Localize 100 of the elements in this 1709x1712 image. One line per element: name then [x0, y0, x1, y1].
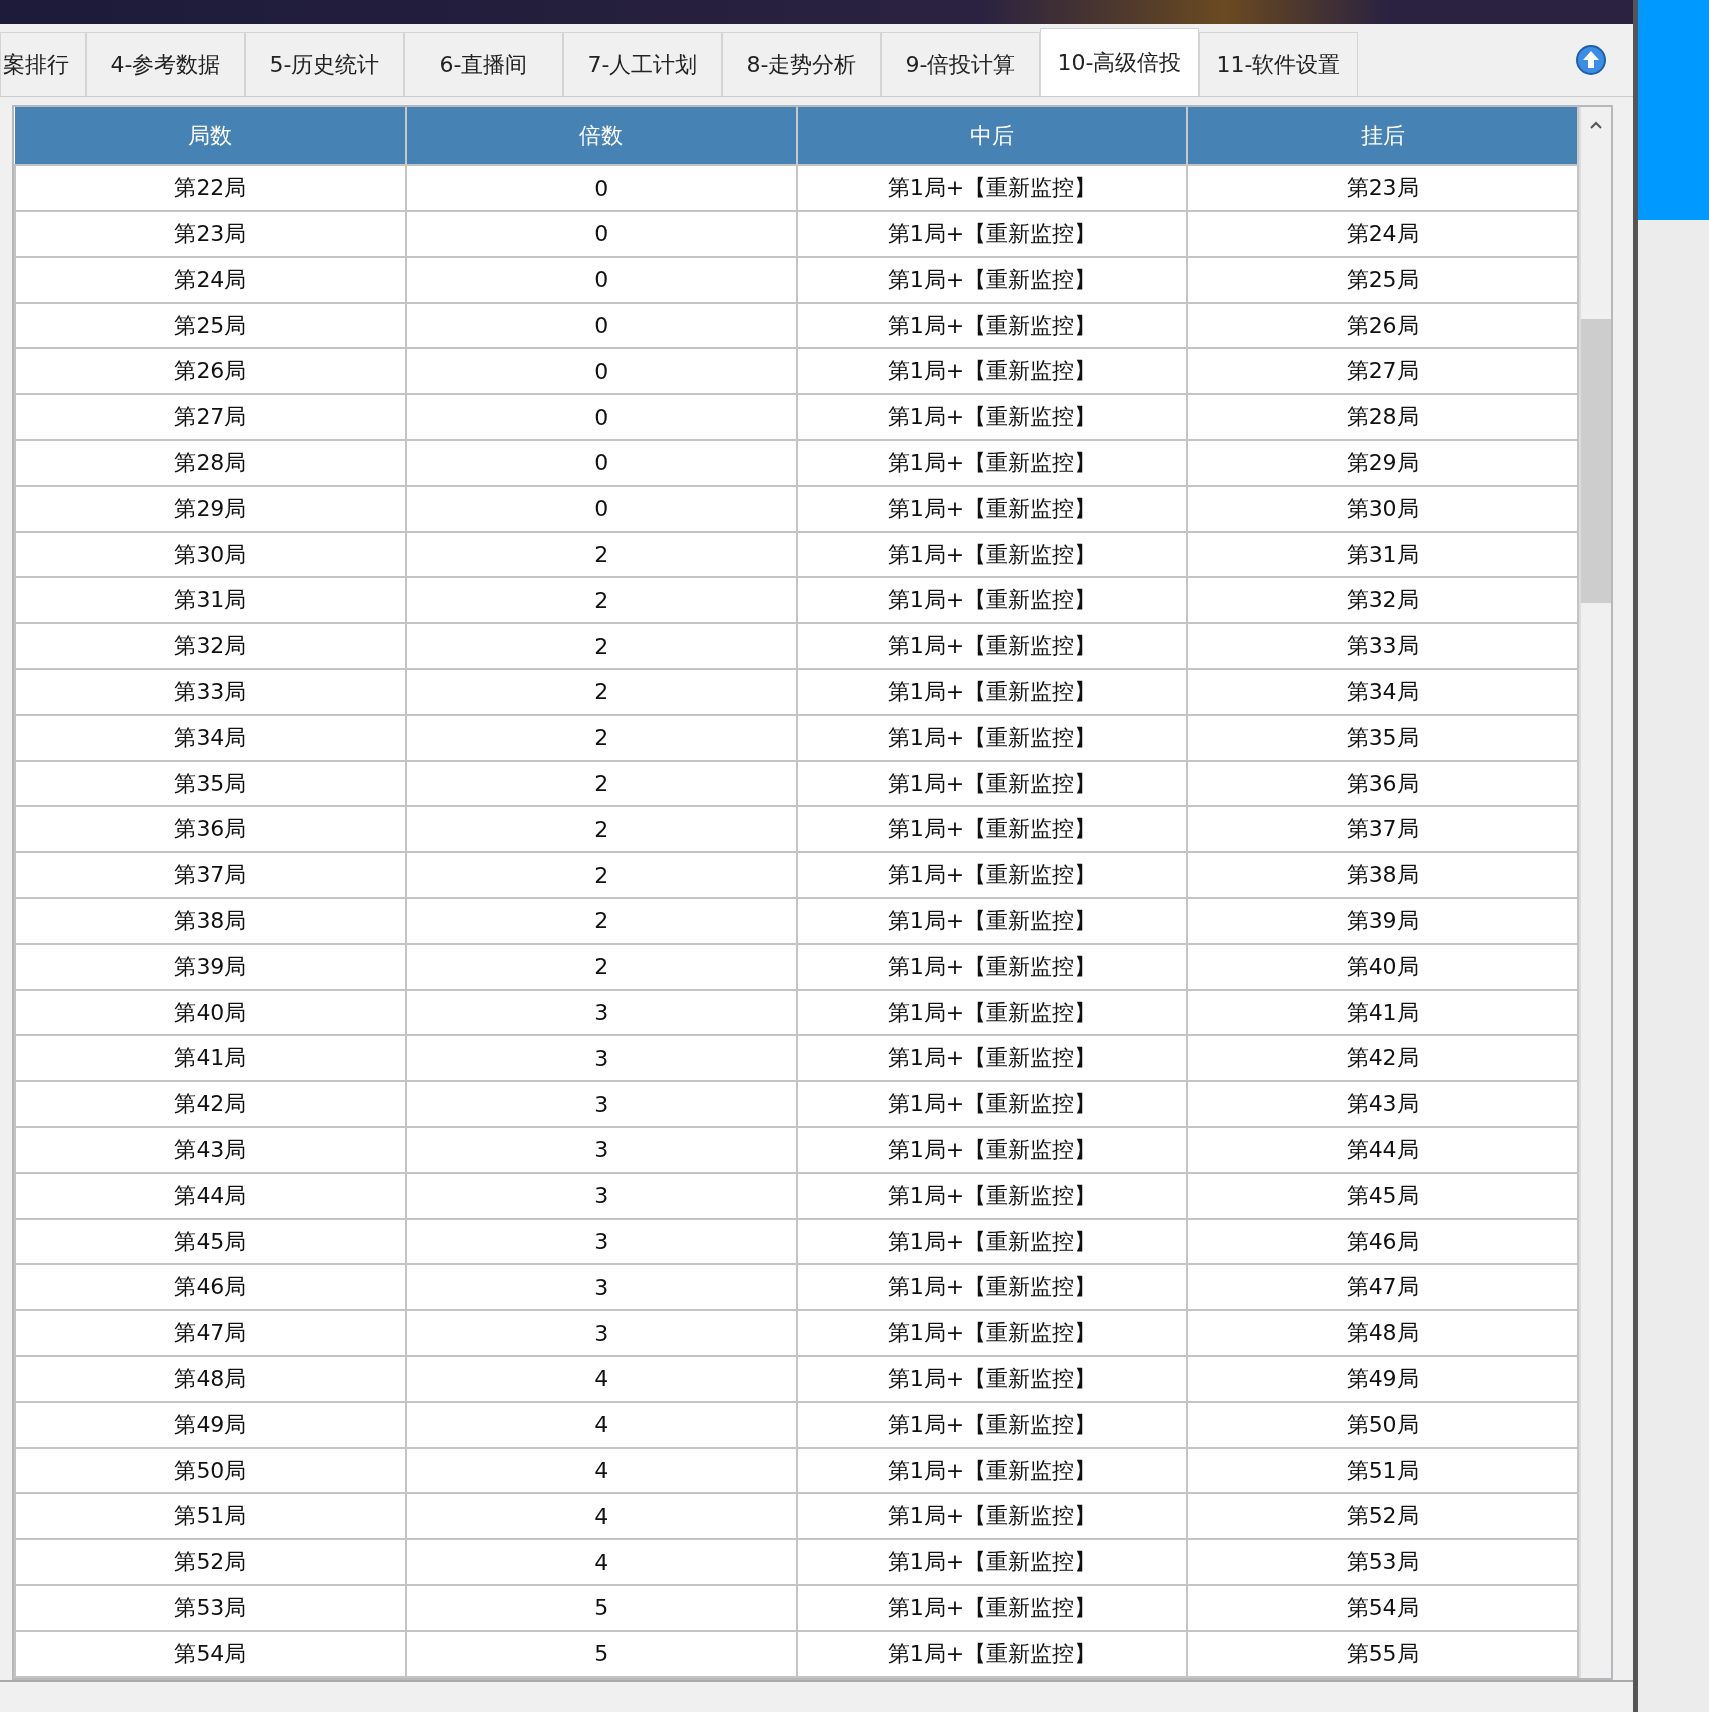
table-cell: 第1局+【重新监控】	[796, 1218, 1188, 1265]
table-cell: 第51局	[15, 1493, 406, 1540]
table-cell: 5	[405, 1585, 797, 1631]
table-cell: 第1局+【重新监控】	[796, 302, 1188, 349]
table-cell: 4	[405, 1401, 797, 1448]
table-cell: 第1局+【重新监控】	[796, 211, 1188, 257]
table-cell: 第42局	[1187, 1035, 1578, 1082]
table-cell: 第29局	[1187, 440, 1578, 486]
table-cell: 第24局	[15, 256, 406, 303]
column-header[interactable]: 中后	[796, 107, 1188, 166]
scrollbar-thumb[interactable]	[1581, 319, 1611, 603]
table-cell: 第45局	[1187, 1172, 1578, 1219]
table-cell: 第1局+【重新监控】	[796, 394, 1188, 441]
table-cell: 第40局	[1187, 943, 1578, 990]
table-cell: 第43局	[15, 1127, 406, 1173]
table-cell: 2	[405, 669, 797, 715]
table-cell: 第1局+【重新监控】	[796, 1310, 1188, 1356]
column-header[interactable]: 倍数	[405, 107, 797, 166]
table-cell: 第1局+【重新监控】	[796, 1539, 1188, 1585]
table-cell: 第37局	[1187, 806, 1578, 853]
table-cell: 4	[405, 1447, 797, 1494]
table-cell: 第1局+【重新监控】	[796, 852, 1188, 899]
table-cell: 0	[405, 485, 797, 532]
tab[interactable]: 8-走势分析	[722, 32, 881, 96]
table-cell: 第1局+【重新监控】	[796, 531, 1188, 578]
table-cell: 第22局	[15, 165, 406, 212]
tab[interactable]: 11-软件设置	[1199, 32, 1358, 96]
table-cell: 第1局+【重新监控】	[796, 440, 1188, 486]
scrollbar[interactable]	[1579, 107, 1611, 1678]
table-cell: 第26局	[15, 348, 406, 395]
table-cell: 第47局	[15, 1310, 406, 1356]
table-cell: 第1局+【重新监控】	[796, 623, 1188, 670]
table-cell: 5	[405, 1630, 797, 1677]
table-cell: 第38局	[1187, 852, 1578, 899]
column-header[interactable]: 局数	[15, 107, 406, 166]
table-cell: 第28局	[1187, 394, 1578, 441]
table-cell: 2	[405, 852, 797, 899]
table-cell: 第50局	[1187, 1401, 1578, 1448]
table-cell: 第1局+【重新监控】	[796, 485, 1188, 532]
table-cell: 第1局+【重新监控】	[796, 577, 1188, 624]
table-cell: 4	[405, 1539, 797, 1585]
table-cell: 第1局+【重新监控】	[796, 1585, 1188, 1631]
table-cell: 第1局+【重新监控】	[796, 669, 1188, 715]
table-cell: 2	[405, 806, 797, 853]
tab[interactable]: 9-倍投计算	[881, 32, 1040, 96]
column-header[interactable]: 挂后	[1187, 107, 1578, 166]
table-cell: 3	[405, 989, 797, 1036]
tab[interactable]: 7-人工计划	[563, 32, 722, 96]
scroll-up-icon[interactable]	[1590, 121, 1602, 129]
table-cell: 0	[405, 165, 797, 212]
table-cell: 第48局	[1187, 1310, 1578, 1356]
table-cell: 3	[405, 1218, 797, 1265]
table-cell: 第1局+【重新监控】	[796, 1447, 1188, 1494]
tab[interactable]: 10-高级倍投	[1040, 28, 1199, 96]
table-cell: 第54局	[15, 1630, 406, 1677]
tab[interactable]: 5-历史统计	[245, 32, 404, 96]
table-cell: 2	[405, 898, 797, 944]
table-cell: 第1局+【重新监控】	[796, 989, 1188, 1036]
table-cell: 第23局	[15, 211, 406, 257]
table-cell: 第1局+【重新监控】	[796, 1264, 1188, 1311]
tab[interactable]: 6-直播间	[404, 32, 563, 96]
table-cell: 第40局	[15, 989, 406, 1036]
table-cell: 第24局	[1187, 211, 1578, 257]
table-cell: 第38局	[15, 898, 406, 944]
table-cell: 第43局	[1187, 1081, 1578, 1128]
tab[interactable]: 4-参考数据	[86, 32, 245, 96]
table-cell: 第30局	[15, 531, 406, 578]
table-cell: 0	[405, 440, 797, 486]
table-cell: 第53局	[1187, 1539, 1578, 1585]
table-cell: 第30局	[1187, 485, 1578, 532]
table-cell: 第35局	[1187, 714, 1578, 761]
table-cell: 4	[405, 1493, 797, 1540]
table-cell: 第1局+【重新监控】	[796, 1401, 1188, 1448]
table-cell: 第31局	[1187, 531, 1578, 578]
table-cell: 第1局+【重新监控】	[796, 1630, 1188, 1677]
table-cell: 3	[405, 1264, 797, 1311]
table-cell: 第34局	[15, 714, 406, 761]
table-cell: 第28局	[15, 440, 406, 486]
tab[interactable]: 案排行	[0, 32, 86, 96]
table-cell: 第36局	[1187, 760, 1578, 807]
table-cell: 第34局	[1187, 669, 1578, 715]
table-cell: 3	[405, 1172, 797, 1219]
table-cell: 第52局	[15, 1539, 406, 1585]
table-cell: 2	[405, 943, 797, 990]
table-cell: 第53局	[15, 1585, 406, 1631]
table-cell: 第1局+【重新监控】	[796, 1127, 1188, 1173]
table-cell: 第46局	[1187, 1218, 1578, 1265]
table-cell: 第51局	[1187, 1447, 1578, 1494]
table-cell: 第32局	[15, 623, 406, 670]
table-cell: 第1局+【重新监控】	[796, 1493, 1188, 1540]
table-cell: 第46局	[15, 1264, 406, 1311]
table-cell: 第1局+【重新监控】	[796, 760, 1188, 807]
table-cell: 第1局+【重新监控】	[796, 256, 1188, 303]
table-cell: 0	[405, 256, 797, 303]
table-cell: 0	[405, 348, 797, 395]
table-cell: 第31局	[15, 577, 406, 624]
table-cell: 第32局	[1187, 577, 1578, 624]
table-cell: 第25局	[1187, 256, 1578, 303]
table-cell: 第50局	[15, 1447, 406, 1494]
table-cell: 第1局+【重新监控】	[796, 714, 1188, 761]
